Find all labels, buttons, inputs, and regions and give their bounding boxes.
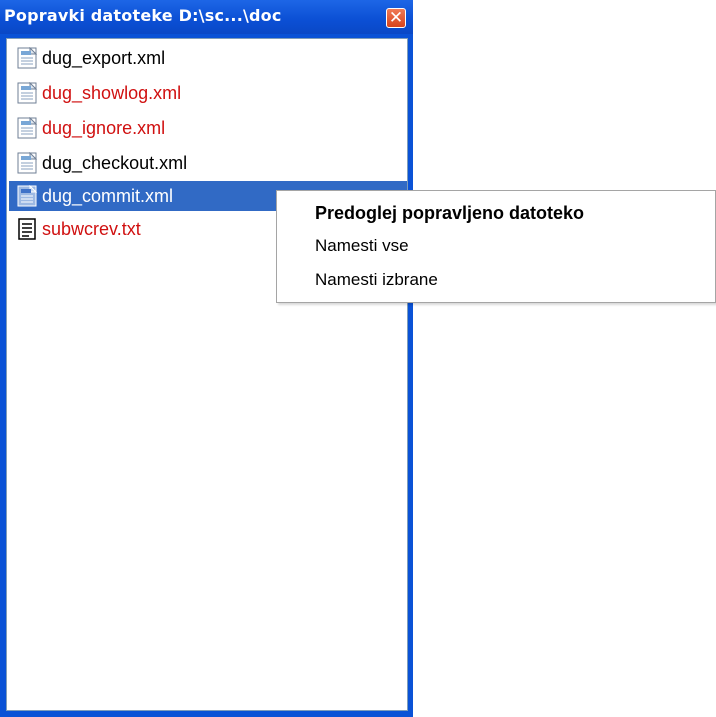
close-button[interactable]: ✕	[386, 8, 406, 28]
file-row-dug-showlog[interactable]: dug_showlog.xml	[9, 78, 407, 108]
xml-file-icon	[17, 47, 37, 69]
file-label: dug_checkout.xml	[42, 153, 188, 173]
file-label: dug_export.xml	[42, 48, 166, 68]
patch-window: Popravki datoteke D:\sc...\doc ✕ dug_exp…	[0, 0, 413, 717]
file-row-dug-ignore[interactable]: dug_ignore.xml	[9, 113, 407, 143]
file-label: dug_showlog.xml	[42, 83, 182, 103]
text-file-icon	[18, 218, 36, 240]
xml-file-icon	[17, 117, 37, 139]
context-menu: Predoglej popravljeno datoteko Namesti v…	[276, 190, 716, 303]
xml-file-icon	[17, 152, 37, 174]
file-label: subwcrev.txt	[42, 219, 141, 239]
xml-file-icon	[17, 185, 37, 207]
title-bar[interactable]: Popravki datoteke D:\sc...\doc ✕	[0, 0, 413, 34]
file-row-dug-checkout[interactable]: dug_checkout.xml	[9, 148, 407, 178]
file-list[interactable]: dug_export.xml dug_showlog.xml dug_ignor…	[6, 38, 408, 711]
file-label: dug_ignore.xml	[42, 118, 166, 138]
file-row-dug-export[interactable]: dug_export.xml	[9, 43, 407, 73]
xml-file-icon	[17, 82, 37, 104]
window-title: Popravki datoteke D:\sc...\doc	[4, 6, 282, 25]
menu-item-apply-selected[interactable]: Namesti izbrane	[315, 270, 438, 290]
menu-item-preview-patched-file[interactable]: Predoglej popravljeno datoteko	[315, 203, 584, 224]
menu-item-apply-all[interactable]: Namesti vse	[315, 236, 409, 256]
file-label: dug_commit.xml	[42, 186, 174, 206]
close-icon: ✕	[388, 8, 404, 28]
